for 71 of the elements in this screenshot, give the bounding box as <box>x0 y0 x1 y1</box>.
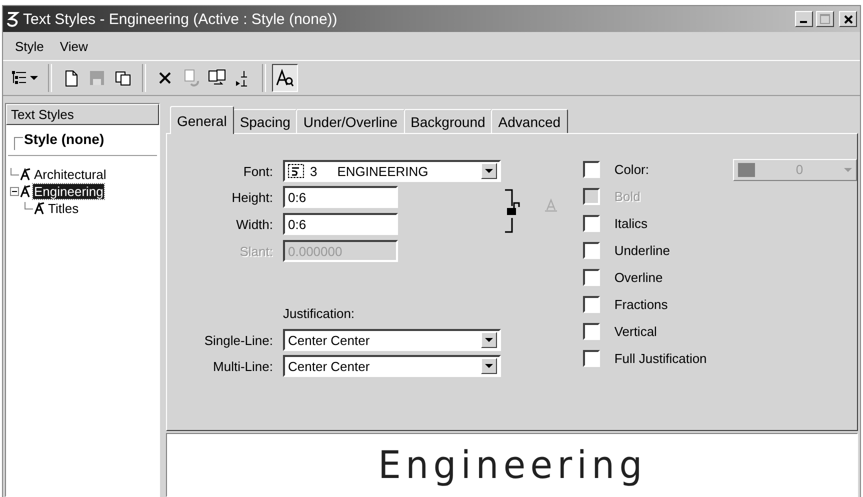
new-document-icon <box>63 69 79 87</box>
checkbox-label: Vertical <box>614 324 657 339</box>
tab[interactable]: General <box>170 106 234 134</box>
checkbox[interactable] <box>583 296 600 313</box>
collapse-icon[interactable] <box>10 187 19 196</box>
text-style-icon <box>20 185 32 198</box>
menu-item[interactable]: View <box>54 36 94 56</box>
caret-icon <box>844 168 852 172</box>
tab[interactable]: Advanced <box>491 109 568 133</box>
multi-line-dropdown[interactable]: Center Center <box>283 355 501 377</box>
text-style-icon <box>20 168 32 181</box>
color-swatch <box>738 162 755 176</box>
tree-item[interactable]: Architectural <box>33 167 108 182</box>
tab[interactable]: Spacing <box>232 109 298 133</box>
checkbox-label: Bold <box>614 189 640 204</box>
close-icon <box>844 14 852 24</box>
height-input[interactable]: 0:6 <box>283 186 398 208</box>
checkbox[interactable] <box>583 323 600 340</box>
menu-item[interactable]: Style <box>9 36 50 56</box>
checkbox[interactable] <box>583 350 600 367</box>
single-line-dropdown[interactable]: Center Center <box>283 329 501 351</box>
field-label: Font: <box>242 164 273 178</box>
field-label: Multi-Line: <box>212 358 273 374</box>
dropdown-button[interactable] <box>481 332 497 348</box>
window-title: Text Styles - Engineering (Active : Style (none)) <box>23 10 338 28</box>
font-number: 3 <box>310 164 318 178</box>
text-preview-icon <box>276 69 294 87</box>
width-input[interactable]: 0:6 <box>283 213 398 235</box>
caret-icon <box>485 364 493 368</box>
dropdown-button[interactable] <box>481 163 497 179</box>
caret-icon <box>485 338 493 342</box>
font-type-icon <box>288 164 304 178</box>
checkbox[interactable] <box>583 215 600 232</box>
app-logo-icon <box>6 11 20 27</box>
text-style-icon <box>34 202 46 215</box>
checkbox-label: Overline <box>614 270 663 285</box>
delete-icon <box>158 71 172 85</box>
preview-text: Engineering <box>378 443 646 487</box>
toolbar-button[interactable] <box>272 64 298 92</box>
dropdown-button[interactable] <box>481 358 497 374</box>
field-label: Single-Line: <box>203 332 273 348</box>
field-label: Width: <box>235 217 273 232</box>
tree-root-item[interactable]: Style (none) <box>8 125 157 156</box>
document-undo-icon <box>183 69 199 87</box>
minimize-button[interactable] <box>795 11 813 27</box>
maximize-icon <box>820 14 830 24</box>
checkbox-label: Fractions <box>614 297 668 312</box>
checkbox-label: Color: <box>614 162 649 177</box>
close-button[interactable] <box>839 11 857 27</box>
font-dropdown[interactable]: 3 ENGINEERING <box>283 160 501 182</box>
checkbox[interactable] <box>583 161 600 178</box>
tree-header: Text Styles <box>6 104 159 125</box>
tree-item[interactable]: Titles <box>47 201 80 216</box>
section-heading: Justification: <box>283 305 356 323</box>
checkbox-label: Underline <box>614 243 670 258</box>
checkbox-label: Full Justification <box>614 351 707 366</box>
tab[interactable]: Background <box>404 109 492 133</box>
checkbox-label: Italics <box>614 216 648 231</box>
checkbox[interactable] <box>583 242 600 259</box>
tab[interactable]: Under/Overline <box>296 109 405 133</box>
documents-icon <box>208 69 226 87</box>
font-name: ENGINEERING <box>336 164 430 178</box>
checkbox[interactable] <box>583 269 600 286</box>
field-label: Slant: <box>238 244 273 258</box>
tree-list-icon <box>11 70 27 86</box>
tree-item[interactable]: Engineering <box>33 184 104 199</box>
caret-icon <box>485 169 493 173</box>
save-icon <box>89 70 105 86</box>
caret-icon <box>30 76 38 80</box>
copy-icon <box>115 70 131 86</box>
field-label: Height: <box>230 190 273 205</box>
